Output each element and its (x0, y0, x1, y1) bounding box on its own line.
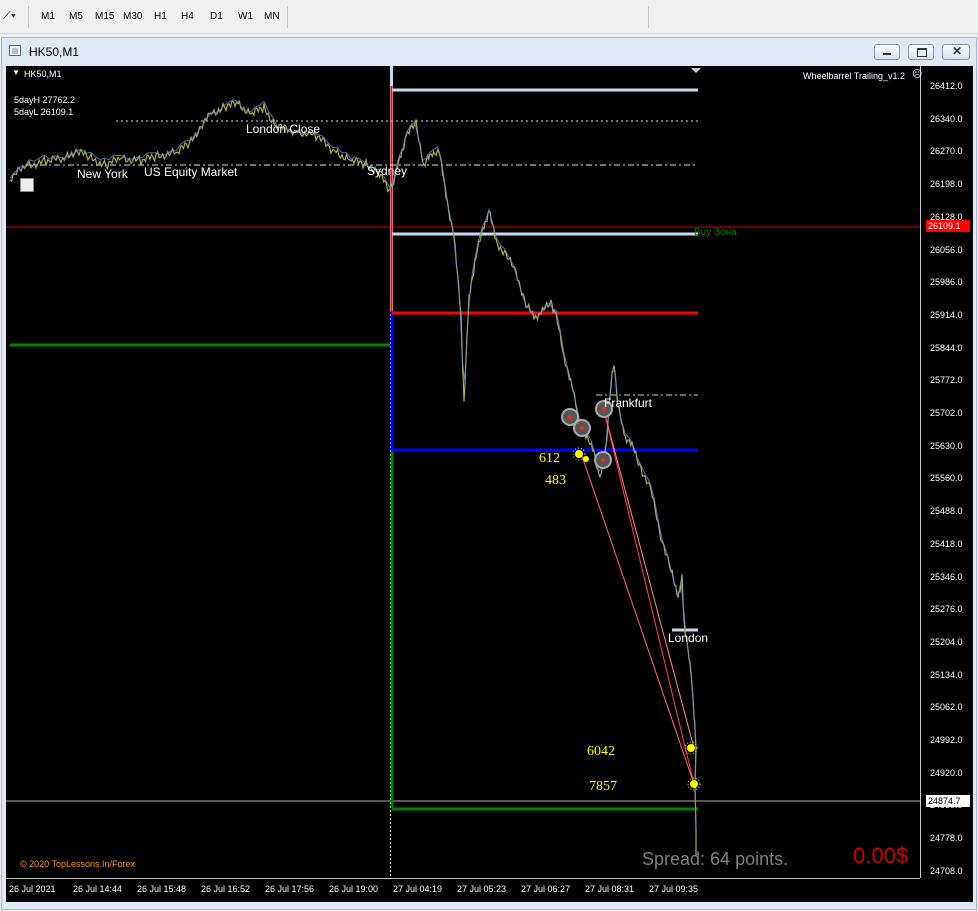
time-axis-label: 26 Jul 19:00 (329, 884, 379, 894)
time-axis-label: 27 Jul 06:27 (521, 884, 571, 894)
yellow-marker (687, 777, 701, 791)
price-axis-label: 25772.0 (930, 375, 963, 386)
price-axis-label: 24708.0 (930, 865, 963, 876)
symbol-dropdown-icon[interactable]: ▼ (12, 68, 20, 77)
buy-zone-label: Buy Зона (694, 227, 737, 238)
close-icon: ✕ (952, 44, 963, 58)
price-axis-label: 24992.0 (930, 735, 963, 745)
timeframe-h1-button[interactable]: H1 (154, 11, 167, 22)
price-axis-label: 26198.0 (930, 179, 963, 190)
minimize-button[interactable] (874, 44, 900, 60)
timeframe-h4-button[interactable]: H4 (181, 11, 194, 22)
trade-marker[interactable] (594, 451, 612, 469)
price-axis-label: 25914.0 (930, 309, 963, 320)
trade-line-3 (581, 455, 695, 785)
current-price-tag: 24874.7 (928, 796, 961, 806)
timeframe-m30-button[interactable]: M30 (123, 11, 142, 22)
price-axis-label: 25418.0 (930, 538, 963, 549)
timeframe-m15-button[interactable]: M15 (95, 11, 114, 22)
price-axis-label: 24920.0 (930, 767, 963, 778)
day-high-label: 5dayH 27762.2 (14, 95, 76, 105)
trade-number-6042: 6042 (587, 744, 615, 759)
trade-line-1 (603, 410, 695, 749)
timeframe-mn-button[interactable]: MN (264, 11, 280, 22)
window-titlebar[interactable]: ▤ HK50,M1 ✕ (2, 38, 976, 65)
chart-window-icon: ▤ (9, 45, 21, 56)
session-new-york: New York (77, 167, 128, 181)
trade-checkbox[interactable] (20, 178, 34, 192)
drawing-tools-icon[interactable]: ⟋▾ (3, 10, 16, 23)
indicator-name: Wheelbarrel Trailing_v1.2 (803, 71, 906, 81)
symbol-label: HK50,M1 (24, 69, 62, 79)
time-axis-label: 26 Jul 16:52 (201, 884, 251, 894)
price-axis-label: 24778.0 (930, 833, 963, 844)
profit-label: 0.00$ (853, 843, 909, 868)
scroll-marker-icon (691, 68, 701, 73)
trade-line-2 (603, 410, 695, 785)
price-axis-label: 25560.0 (930, 473, 963, 484)
price-axis-label: 25488.0 (930, 506, 963, 517)
price-line (9, 99, 697, 856)
chart-canvas[interactable] (6, 66, 973, 902)
price-axis-label: 26270.0 (930, 146, 963, 157)
price-axis-label: 25204.0 (930, 636, 963, 647)
yellow-marker (583, 456, 589, 462)
trade-marker[interactable] (573, 419, 591, 437)
timeframe-toolbar: ⟋▾ M1 M5 M15 M30 H1 H4 D1 W1 MN (0, 0, 978, 34)
time-axis-label: 26 Jul 2021 (9, 884, 56, 894)
minimize-icon (883, 53, 891, 55)
price-axis-label: 26412.0 (930, 81, 963, 91)
price-axis-label: 25346.0 (930, 571, 963, 582)
close-button[interactable]: ✕ (942, 44, 970, 60)
toolbar-separator (287, 6, 288, 28)
price-axis-label: 26340.0 (930, 113, 963, 124)
spread-label: Spread: 64 points. (642, 849, 789, 869)
trade-number-7857: 7857 (589, 779, 617, 794)
session-us-equity: US Equity Market (144, 165, 238, 179)
price-chart[interactable]: ▼ HK50,M1 5dayH 27762.2 5dayL 26109.1 Wh… (6, 66, 973, 902)
toolbar-separator (648, 6, 649, 28)
price-line-highlight (9, 99, 697, 829)
trade-number-612: 612 (539, 451, 560, 466)
time-axis-label: 26 Jul 17:56 (265, 884, 315, 894)
session-london: London (668, 631, 709, 645)
price-axis-label: 25276.0 (930, 604, 963, 615)
time-axis-label: 27 Jul 08:31 (585, 884, 635, 894)
timeframe-w1-button[interactable]: W1 (238, 11, 253, 22)
time-axis-label: 27 Jul 09:35 (649, 884, 699, 894)
timeframe-d1-button[interactable]: D1 (210, 11, 223, 22)
indicator-smiley-icon: ☹ (912, 69, 923, 80)
price-axis-label: 25702.0 (930, 408, 963, 418)
copyright-label: © 2020 TopLessons.In/Forex (20, 859, 136, 869)
timeframe-m1-button[interactable]: M1 (41, 11, 55, 22)
toolbar-separator (28, 6, 29, 28)
time-axis-label: 26 Jul 14:44 (73, 884, 123, 894)
price-axis-label: 25986.0 (930, 277, 963, 288)
time-axis-label: 27 Jul 04:19 (393, 884, 443, 894)
window-title: HK50,M1 (29, 45, 80, 59)
price-axis-label: 25630.0 (930, 440, 963, 451)
session-frankfurt: Frankfurt (604, 396, 653, 410)
restore-button[interactable] (908, 44, 934, 60)
time-axis-label: 26 Jul 15:48 (137, 884, 187, 894)
red-price-tag: 26109.1 (928, 221, 961, 231)
session-sydney: Sydney (367, 164, 408, 178)
price-axis-label: 26056.0 (930, 244, 963, 255)
price-axis-label: 25062.0 (930, 702, 963, 713)
trade-number-483: 483 (545, 473, 566, 488)
price-axis-label: 25844.0 (930, 342, 963, 353)
restore-icon (917, 48, 927, 57)
price-axis-label: 25134.0 (930, 669, 963, 680)
day-low-label: 5dayL 26109.1 (14, 107, 74, 117)
session-london-close: London Close (246, 122, 321, 136)
time-axis-label: 27 Jul 05:23 (457, 884, 507, 894)
timeframe-m5-button[interactable]: M5 (69, 11, 83, 22)
